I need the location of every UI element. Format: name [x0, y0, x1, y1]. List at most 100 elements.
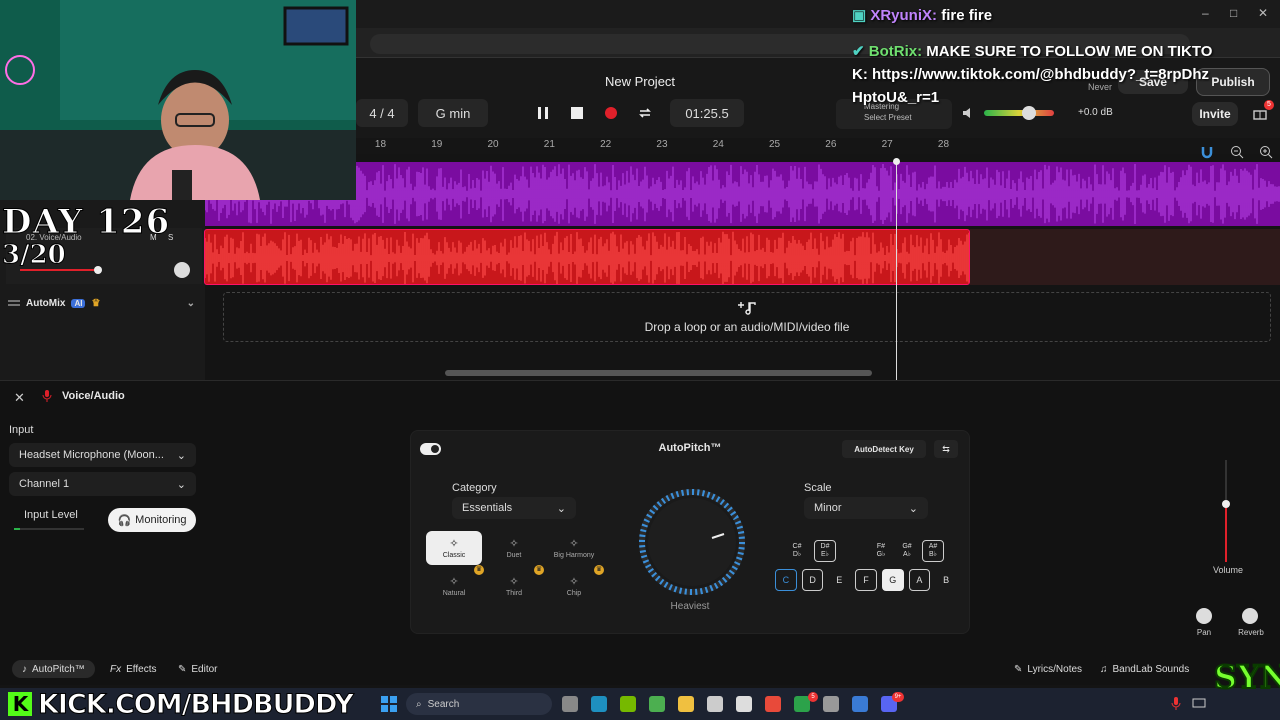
tab-effects[interactable]: Fx Effects: [110, 660, 157, 678]
chrome-icon[interactable]: [765, 696, 781, 712]
day-counter: DAY 126: [1, 202, 171, 243]
preset-label: Third: [506, 590, 522, 597]
scale-select[interactable]: Minor ⌄: [804, 497, 928, 519]
pen-icon: ✎: [1014, 663, 1023, 675]
key-g-sharp[interactable]: G# A♭: [896, 540, 918, 562]
tab-autopitch-label: AutoPitch™: [32, 663, 85, 675]
preset-duet[interactable]: ✧ Duet: [486, 531, 542, 565]
key-e[interactable]: E: [828, 569, 850, 591]
preset-natural[interactable]: ✧ Natural: [426, 569, 482, 603]
magnet-icon[interactable]: [1200, 145, 1214, 159]
preset-chip[interactable]: ✧ Chip: [546, 569, 602, 603]
preset-big-harmony[interactable]: ✧ Big Harmony: [546, 531, 602, 565]
transport-controls: [530, 99, 670, 127]
ruler-bar-number: 28: [937, 139, 950, 150]
tab-lyrics[interactable]: ✎ Lyrics/Notes: [1014, 660, 1082, 678]
playhead-handle[interactable]: [893, 158, 900, 165]
track-pan-knob[interactable]: [174, 262, 190, 278]
automix-row[interactable]: AutoMix AI ♛ ⌄: [0, 292, 205, 314]
key-f-sharp[interactable]: F# G♭: [870, 540, 892, 562]
autopitch-title: AutoPitch™: [658, 442, 722, 454]
zoom-out-icon[interactable]: [1230, 145, 1244, 159]
monitoring-button[interactable]: 🎧 Monitoring: [108, 508, 196, 532]
volume-fader-handle[interactable]: [1222, 500, 1230, 508]
steam-icon[interactable]: [823, 696, 839, 712]
input-device-select[interactable]: Headset Microphone (Moon... ⌄: [9, 443, 196, 467]
tab-editor[interactable]: ✎ Editor: [178, 660, 218, 678]
nvidia-icon[interactable]: [620, 696, 636, 712]
knob-label: Heaviest: [670, 601, 710, 612]
horizontal-scrollbar[interactable]: [445, 370, 872, 376]
automix-chevron-icon[interactable]: ⌄: [187, 298, 195, 309]
project-title[interactable]: New Project: [560, 74, 720, 89]
master-volume-slider[interactable]: [984, 110, 1054, 116]
reverb-label: Reverb: [1238, 628, 1264, 637]
key-a-sharp[interactable]: A# B♭: [922, 540, 944, 562]
chat-message: ▣ XRyuniX: fire fire: [852, 7, 993, 24]
preset-icon: ✧: [569, 538, 579, 550]
app-icon[interactable]: [649, 696, 665, 712]
kick-logo-icon: K: [8, 692, 32, 716]
record-button[interactable]: [598, 100, 624, 126]
pause-button[interactable]: [530, 100, 556, 126]
key-c-sharp[interactable]: C# D♭: [786, 540, 808, 562]
stop-button[interactable]: [564, 100, 590, 126]
key-c[interactable]: C: [775, 569, 797, 591]
zoom-in-icon[interactable]: [1259, 145, 1273, 159]
key-d[interactable]: D: [801, 569, 824, 591]
volume-fader-track[interactable]: [1225, 460, 1227, 562]
loop-button[interactable]: [632, 100, 658, 126]
settings-icon[interactable]: [707, 696, 723, 712]
key-label: G#: [902, 543, 912, 550]
category-select[interactable]: Essentials ⌄: [452, 497, 576, 519]
track-volume-handle[interactable]: [94, 266, 102, 274]
drop-zone[interactable]: Drop a loop or an audio/MIDI/video file: [223, 292, 1271, 342]
track-clip-instrumental[interactable]: [205, 162, 1280, 226]
key-selector[interactable]: G min: [418, 99, 488, 127]
time-signature[interactable]: 4 / 4: [356, 99, 408, 127]
key-g[interactable]: G: [881, 569, 904, 591]
windows-start-icon[interactable]: [381, 696, 397, 712]
close-panel-icon[interactable]: ✕: [14, 390, 25, 406]
network-icon[interactable]: [1192, 698, 1206, 710]
store-icon[interactable]: [736, 696, 752, 712]
kick-url: KICK.COM/BHDBUDDY: [38, 688, 355, 720]
reverb-knob[interactable]: [1242, 608, 1258, 624]
channel-select[interactable]: Channel 1 ⌄: [9, 472, 196, 496]
fx-icon: Fx: [110, 663, 122, 675]
key-d-sharp[interactable]: D# E♭: [814, 540, 836, 562]
preset-classic[interactable]: ✧ Classic: [426, 531, 482, 565]
tab-editor-label: Editor: [191, 663, 218, 675]
add-music-icon: [738, 302, 756, 315]
tab-bandlab-sounds[interactable]: ♫ BandLab Sounds: [1100, 660, 1189, 678]
pitch-knob[interactable]: [630, 486, 754, 598]
maximize-button[interactable]: □: [1230, 6, 1237, 20]
app-icon[interactable]: [852, 696, 868, 712]
minimize-button[interactable]: –: [1202, 6, 1209, 20]
chevron-down-icon: ⌄: [556, 502, 566, 515]
microphone-tray-icon[interactable]: [1170, 697, 1182, 711]
playhead[interactable]: [896, 160, 897, 380]
file-explorer-icon[interactable]: [678, 696, 694, 712]
preset-third[interactable]: ✧ Third: [486, 569, 542, 603]
pan-knob[interactable]: [1196, 608, 1212, 624]
key-b[interactable]: B: [935, 569, 957, 591]
preset-icon: ✧: [509, 576, 519, 588]
waveform-path: [205, 163, 1280, 225]
taskbar-search[interactable]: ⌕ Search: [406, 693, 552, 715]
edge-icon[interactable]: [591, 696, 607, 712]
task-view-icon[interactable]: [562, 696, 578, 712]
settings-sliders-icon[interactable]: ⇆: [934, 440, 958, 458]
close-window-button[interactable]: ✕: [1258, 6, 1268, 20]
key-f[interactable]: F: [855, 569, 877, 591]
stop-icon: [571, 107, 583, 119]
autopitch-toggle[interactable]: [420, 443, 441, 455]
preset-label: Duet: [506, 552, 522, 559]
key-a[interactable]: A: [908, 569, 931, 591]
track-clip-voice[interactable]: [204, 229, 970, 285]
scale-label: Scale: [804, 482, 832, 494]
tab-autopitch[interactable]: ♪ AutoPitch™: [12, 660, 95, 678]
webcam-feed: [0, 0, 356, 200]
timeline-ruler[interactable]: 1516171819202122232425262728: [205, 138, 1280, 154]
autodetect-key-button[interactable]: AutoDetect Key: [842, 440, 926, 458]
